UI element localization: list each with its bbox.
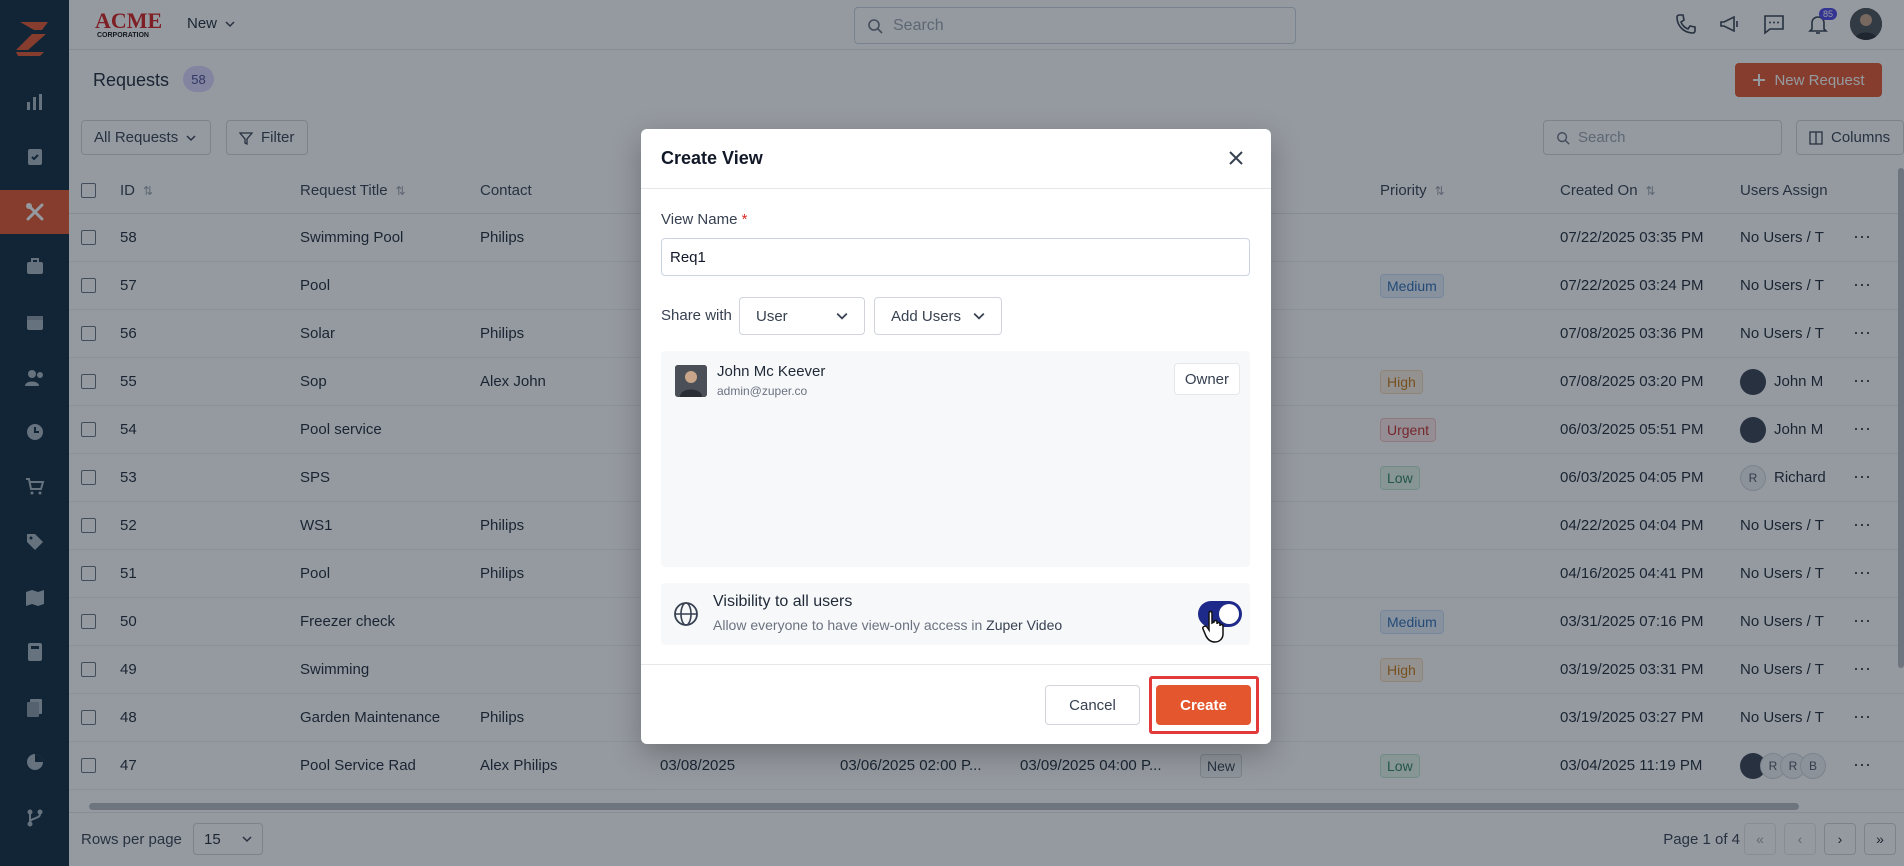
chevron-down-icon (836, 312, 848, 320)
hand-pointer-cursor-icon (1202, 610, 1224, 643)
globe-icon (674, 602, 698, 626)
add-users-label: Add Users (891, 307, 962, 325)
dialog-header: Create View (641, 129, 1271, 189)
chevron-down-icon (973, 312, 985, 320)
visibility-setting: Visibility to all users Allow everyone t… (661, 583, 1250, 645)
close-icon[interactable] (1225, 147, 1247, 169)
required-mark: * (741, 211, 748, 228)
view-name-input[interactable]: Req1 (661, 238, 1250, 276)
view-name-label-text: View Name (661, 211, 738, 228)
view-name-label: View Name * (661, 211, 747, 228)
shared-user-name: John Mc Keever (717, 363, 826, 380)
cancel-button[interactable]: Cancel (1045, 685, 1140, 725)
dialog-footer: Cancel Create (641, 664, 1271, 744)
app-root: ACME CORPORATION New Search 85 Requests (0, 0, 1904, 866)
create-button[interactable]: Create (1156, 685, 1251, 725)
visibility-desc-text: Allow everyone to have view-only access … (713, 617, 983, 633)
visibility-description: Allow everyone to have view-only access … (713, 617, 1062, 633)
shared-user-email: admin@zuper.co (717, 384, 808, 398)
owner-badge: Owner (1173, 363, 1240, 395)
user-photo-icon (675, 365, 707, 397)
add-users-select[interactable]: Add Users (874, 297, 1002, 335)
create-view-dialog: Create View View Name * Req1 Share with … (641, 129, 1271, 744)
visibility-title: Visibility to all users (713, 593, 853, 610)
view-name-value: Req1 (670, 248, 706, 266)
cancel-label: Cancel (1069, 696, 1116, 714)
shared-users-list: John Mc Keever admin@zuper.co Owner (661, 351, 1250, 567)
visibility-app-name: Zuper Video (986, 617, 1063, 633)
share-with-label: Share with (661, 307, 732, 324)
avatar (675, 365, 707, 397)
share-type-value: User (756, 307, 788, 325)
share-type-select[interactable]: User (739, 297, 865, 335)
create-label: Create (1180, 696, 1227, 714)
dialog-title: Create View (661, 148, 763, 168)
